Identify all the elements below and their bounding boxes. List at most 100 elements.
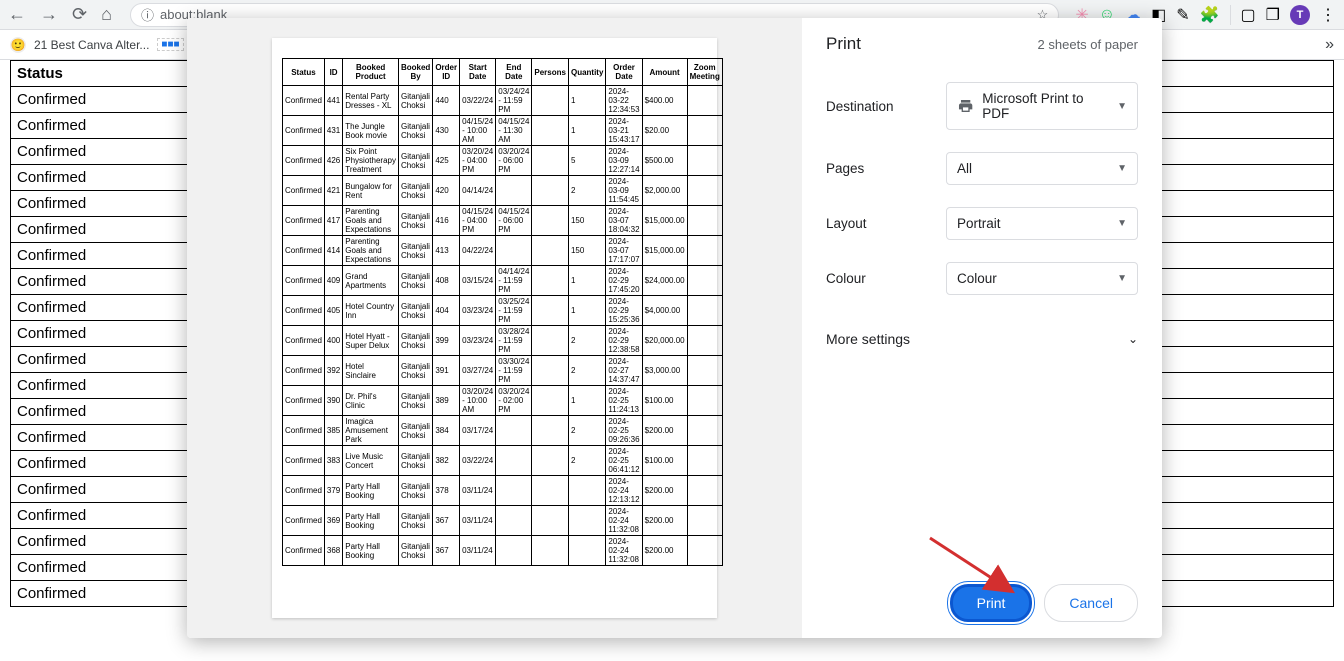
table-cell [496,176,532,206]
table-cell: Confirmed [11,581,195,607]
table-cell: 03/27/24 [460,356,496,386]
table-cell: Gitanjali Choksi [398,266,432,296]
table-cell: $500.00 [642,146,687,176]
table-cell: 369 [324,506,342,536]
table-cell: $24,000.00 [642,266,687,296]
table-cell: 03/11/24 [460,506,496,536]
bookmark-item-icon[interactable]: ■■■ [157,38,183,51]
table-cell: 420 [433,176,460,206]
colour-value: Colour [957,271,997,286]
table-cell [687,296,722,326]
nav-home-icon[interactable]: ⌂ [101,4,112,25]
preview-page-1: StatusIDBooked ProductBooked ByOrder IDS… [272,38,717,618]
table-cell: 03/22/24 [460,446,496,476]
table-cell [687,536,722,566]
table-cell: 04/15/24 - 11:30 AM [496,116,532,146]
table-cell: 1 [568,116,605,146]
table-cell: Confirmed [283,176,325,206]
more-settings-toggle[interactable]: More settings ⌄ [826,321,1138,357]
table-cell: 03/15/24 [460,266,496,296]
profile-avatar[interactable]: T [1290,5,1310,25]
table-cell: Gitanjali Choksi [398,506,432,536]
table-cell: Bungalow for Rent [343,176,399,206]
pages-select[interactable]: All ▼ [946,152,1138,185]
table-cell: Gitanjali Choksi [398,536,432,566]
layout-select[interactable]: Portrait ▼ [946,207,1138,240]
table-cell: Six Point Physiotherapy Treatment [343,146,399,176]
table-cell: 382 [433,446,460,476]
table-cell [687,236,722,266]
print-preview-pane[interactable]: StatusIDBooked ProductBooked ByOrder IDS… [187,18,802,638]
table-cell [532,476,569,506]
table-cell: Party Hall Booking [343,536,399,566]
print-button[interactable]: Print [950,584,1033,622]
bookmark-overflow[interactable]: » [1325,36,1334,54]
table-cell: Confirmed [283,86,325,116]
table-cell: 2024-02-29 15:25:36 [606,296,642,326]
table-cell: Gitanjali Choksi [398,296,432,326]
colour-select[interactable]: Colour ▼ [946,262,1138,295]
table-cell: 421 [324,176,342,206]
table-cell: Confirmed [283,236,325,266]
destination-select[interactable]: Microsoft Print to PDF ▼ [946,82,1138,130]
table-cell: 03/11/24 [460,476,496,506]
table-cell: 391 [433,356,460,386]
table-cell: Dr. Phil's Clinic [343,386,399,416]
table-cell: 383 [324,446,342,476]
menu-dots-icon[interactable]: ⋮ [1320,5,1336,25]
table-cell: Confirmed [283,266,325,296]
preview-col-header: Booked By [398,59,432,86]
bookmark-item[interactable]: 21 Best Canva Alter... [34,38,149,52]
table-cell: Gitanjali Choksi [398,356,432,386]
table-row: Confirmed400Hotel Hyatt - Super DeluxGit… [283,326,723,356]
table-cell [532,446,569,476]
ext-puzzle-icon[interactable]: 🧩 [1200,5,1220,25]
table-row: Confirmed414Parenting Goals and Expectat… [283,236,723,266]
table-cell: 2024-02-27 14:37:47 [606,356,642,386]
table-cell: 2024-02-24 11:32:08 [606,506,642,536]
table-row: Confirmed441Rental Party Dresses - XLGit… [283,86,723,116]
table-cell [568,536,605,566]
table-cell: 03/17/24 [460,416,496,446]
table-cell: Gitanjali Choksi [398,206,432,236]
table-cell: 384 [433,416,460,446]
table-cell [532,86,569,116]
table-cell: $2,000.00 [642,176,687,206]
table-cell: 367 [433,506,460,536]
cancel-button[interactable]: Cancel [1044,584,1138,622]
table-cell: 04/15/24 - 04:00 PM [460,206,496,236]
table-cell: 430 [433,116,460,146]
table-cell: 1 [568,296,605,326]
preview-col-header: Order ID [433,59,460,86]
ext-square-icon[interactable]: ▢ [1241,5,1256,25]
chevron-down-icon: ⌄ [1128,332,1138,346]
table-cell: Gitanjali Choksi [398,446,432,476]
table-cell: 03/28/24 - 11:59 PM [496,326,532,356]
nav-reload-icon[interactable]: ⟳ [72,4,87,25]
table-row: Confirmed368Party Hall BookingGitanjali … [283,536,723,566]
table-row: Confirmed390Dr. Phil's ClinicGitanjali C… [283,386,723,416]
table-row: Confirmed383Live Music ConcertGitanjali … [283,446,723,476]
site-info-icon[interactable]: ⓘ [141,5,154,24]
table-cell [532,356,569,386]
table-cell [532,326,569,356]
table-cell [568,506,605,536]
table-cell [532,296,569,326]
table-cell: 2 [568,356,605,386]
table-cell: 2024-03-07 18:04:32 [606,206,642,236]
table-cell: 03/23/24 [460,326,496,356]
table-cell: 404 [433,296,460,326]
table-cell: Parenting Goals and Expectations [343,206,399,236]
nav-forward-icon[interactable]: → [40,4,58,25]
table-cell [532,416,569,446]
table-cell [687,176,722,206]
table-cell: 367 [433,536,460,566]
destination-label: Destination [826,99,946,114]
table-cell [496,506,532,536]
ext-copy-icon[interactable]: ❐ [1266,5,1280,25]
table-cell [496,476,532,506]
ext-pin-icon[interactable]: ✎ [1176,5,1189,25]
nav-back-icon[interactable]: ← [8,4,26,25]
table-cell [532,266,569,296]
table-cell [687,116,722,146]
